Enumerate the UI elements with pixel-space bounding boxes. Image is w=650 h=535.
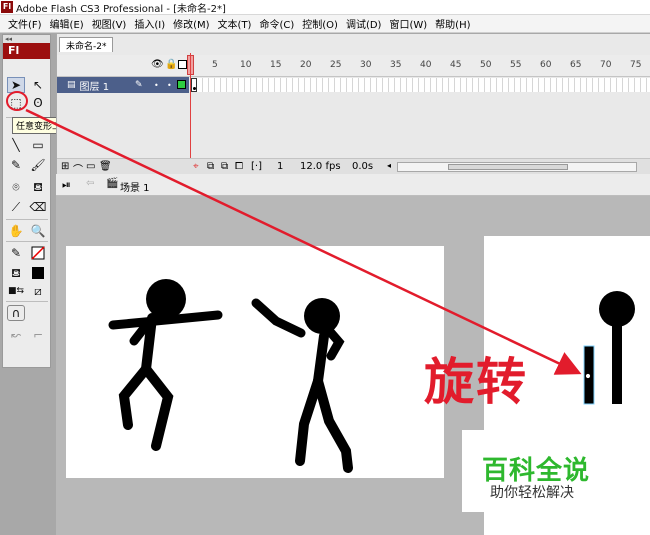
- scroll-left-icon[interactable]: ◂: [387, 161, 391, 170]
- ruler-label: 55: [510, 60, 522, 70]
- pencil-tool-icon[interactable]: ✎: [7, 157, 25, 173]
- horizontal-scrollbar[interactable]: [397, 162, 637, 172]
- selection-tool-icon[interactable]: ➤: [7, 77, 25, 93]
- outline-swatch[interactable]: [177, 80, 186, 89]
- timeline-toggle-icon[interactable]: ⏯: [62, 178, 71, 192]
- onion-outline-icon[interactable]: ⧉: [221, 161, 228, 172]
- lock-dot[interactable]: •: [167, 81, 172, 90]
- collapse-arrows-icon[interactable]: ◂◂: [3, 35, 50, 43]
- ink-bottle-tool-icon[interactable]: ⌾: [7, 179, 25, 195]
- menu-help[interactable]: 帮助(H): [431, 16, 474, 31]
- eyedropper-tool-icon[interactable]: ⟋: [7, 199, 25, 215]
- flash-app-icon: Fl: [1, 1, 13, 13]
- zoom-tool-icon[interactable]: 🔍: [29, 223, 47, 239]
- center-frame-icon[interactable]: ⌖: [193, 161, 199, 172]
- ruler-label: 65: [570, 60, 582, 70]
- ruler-label: 50: [480, 60, 492, 70]
- smooth-icon[interactable]: ↜: [7, 327, 25, 343]
- scene-label[interactable]: 场景 1: [120, 179, 150, 194]
- eye-icon[interactable]: 👁: [151, 59, 164, 70]
- stroke-color-swatch[interactable]: [29, 245, 47, 261]
- delete-layer-icon[interactable]: 🗑: [99, 161, 112, 172]
- layer-icon: ▤: [67, 80, 76, 90]
- title-bar: Fl Adobe Flash CS3 Professional - [未命名-2…: [0, 0, 650, 15]
- document-tab[interactable]: 未命名-2*: [59, 37, 114, 52]
- lasso-tool-icon[interactable]: ʘ: [29, 95, 47, 111]
- elapsed-time: 0.0s: [352, 161, 374, 172]
- timeline-header: 👁 🔒 5 10 15 20 25 30 35 40 45 50 55 60 6…: [57, 55, 650, 77]
- menu-file[interactable]: 文件(F): [4, 16, 46, 31]
- hand-tool-icon[interactable]: ✋: [7, 223, 25, 239]
- menu-window[interactable]: 窗口(W): [385, 16, 431, 31]
- ruler-label: 75: [630, 60, 642, 70]
- watermark: 百科全说 助你轻松解决: [462, 430, 630, 512]
- scrollbar-thumb[interactable]: [448, 164, 568, 170]
- stroke-color-icon[interactable]: ✎: [7, 245, 25, 261]
- ruler-label: 5: [212, 60, 218, 70]
- layer-name: 图层 1: [79, 81, 110, 93]
- lock-icon[interactable]: 🔒: [165, 59, 177, 70]
- edit-multiple-icon[interactable]: ⧠: [235, 161, 243, 172]
- fill-color-icon[interactable]: ⛾: [7, 265, 25, 281]
- brush-tool-icon[interactable]: 🖌: [29, 157, 47, 173]
- outline-icon[interactable]: [178, 60, 187, 69]
- empty-slot: [29, 305, 47, 321]
- free-transform-tool-icon[interactable]: ⬚: [7, 95, 25, 111]
- watermark-subtitle: 助你轻松解决: [490, 485, 574, 501]
- menu-insert[interactable]: 插入(I): [130, 16, 169, 31]
- toolbox-header: Fl: [3, 43, 50, 59]
- edit-bar: ⏯ ⇦ 🎬 场景 1: [56, 174, 650, 196]
- ruler-label: 10: [240, 60, 252, 70]
- timeline-panel: 未命名-2* 👁 🔒 5 10 15 20 25 30 35 40 45 50 …: [56, 34, 650, 176]
- menu-bar: 文件(F) 编辑(E) 视图(V) 插入(I) 修改(M) 文本(T) 命令(C…: [0, 15, 650, 33]
- ruler-label: 15: [270, 60, 282, 70]
- black-white-icon[interactable]: ■⇆: [7, 283, 25, 299]
- menu-control[interactable]: 控制(O): [298, 16, 342, 31]
- keyframe[interactable]: [191, 78, 197, 92]
- frame-rate[interactable]: 12.0 fps: [300, 161, 341, 172]
- eraser-tool-icon[interactable]: ⌫: [29, 199, 47, 215]
- ruler-label: 40: [420, 60, 432, 70]
- playhead: [190, 53, 191, 174]
- subselection-tool-icon[interactable]: ↖: [29, 77, 47, 93]
- ruler-label: 25: [330, 60, 342, 70]
- timeline-status-bar: ⊞ ⌒ ▭ 🗑 ⌖ ⧉ ⧉ ⧠ [·] 1 12.0 fps 0.0s ◂: [57, 158, 650, 176]
- frames-strip[interactable]: [191, 78, 650, 92]
- ruler-label: 35: [390, 60, 402, 70]
- no-color-icon[interactable]: ⧄: [29, 283, 47, 299]
- add-layer-icon[interactable]: ⊞: [61, 161, 69, 172]
- ruler-label: 60: [540, 60, 552, 70]
- snap-to-objects-icon[interactable]: ∩: [7, 305, 25, 321]
- ruler-label: 20: [300, 60, 312, 70]
- layer-row[interactable]: ▤ 图层 1 ✎ • •: [57, 77, 650, 95]
- layer-label[interactable]: ▤ 图层 1 ✎ • •: [57, 77, 189, 93]
- menu-modify[interactable]: 修改(M): [169, 16, 213, 31]
- back-arrow-icon[interactable]: ⇦: [86, 178, 94, 189]
- onion-skin-icon[interactable]: ⧉: [207, 161, 214, 172]
- stick-figures-drawing: [108, 279, 353, 473]
- menu-edit[interactable]: 编辑(E): [46, 16, 88, 31]
- add-folder-icon[interactable]: ▭: [86, 161, 95, 172]
- ruler-label: 45: [450, 60, 462, 70]
- ruler-label: 70: [600, 60, 612, 70]
- rotate-annotation: 旋转: [424, 353, 528, 411]
- fill-color-swatch[interactable]: [29, 265, 47, 281]
- ruler-label: 30: [360, 60, 372, 70]
- straighten-icon[interactable]: ⌐: [29, 327, 47, 343]
- menu-view[interactable]: 视图(V): [88, 16, 131, 31]
- rectangle-tool-icon[interactable]: ▭: [29, 137, 47, 153]
- menu-commands[interactable]: 命令(C): [255, 16, 298, 31]
- onion-markers-icon[interactable]: [·]: [251, 161, 262, 172]
- line-tool-icon[interactable]: ╲: [7, 137, 25, 153]
- paint-bucket-tool-icon[interactable]: ⛾: [29, 179, 47, 195]
- stage-canvas[interactable]: [66, 246, 444, 478]
- menu-debug[interactable]: 调试(D): [342, 16, 386, 31]
- pencil-icon: ✎: [135, 80, 143, 90]
- menu-text[interactable]: 文本(T): [214, 16, 256, 31]
- current-frame: 1: [277, 161, 284, 172]
- visibility-dot[interactable]: •: [154, 81, 159, 90]
- window-title: Adobe Flash CS3 Professional - [未命名-2*]: [16, 3, 226, 15]
- tools-panel: ◂◂ Fl ➤ ↖ ⬚ ʘ ╲ ▭ ✎ 🖌 ⌾ ⛾ ⟋ ⌫ ✋ 🔍 ✎ ⛾ ■⇆…: [2, 34, 51, 368]
- scene-icon: 🎬: [106, 178, 119, 189]
